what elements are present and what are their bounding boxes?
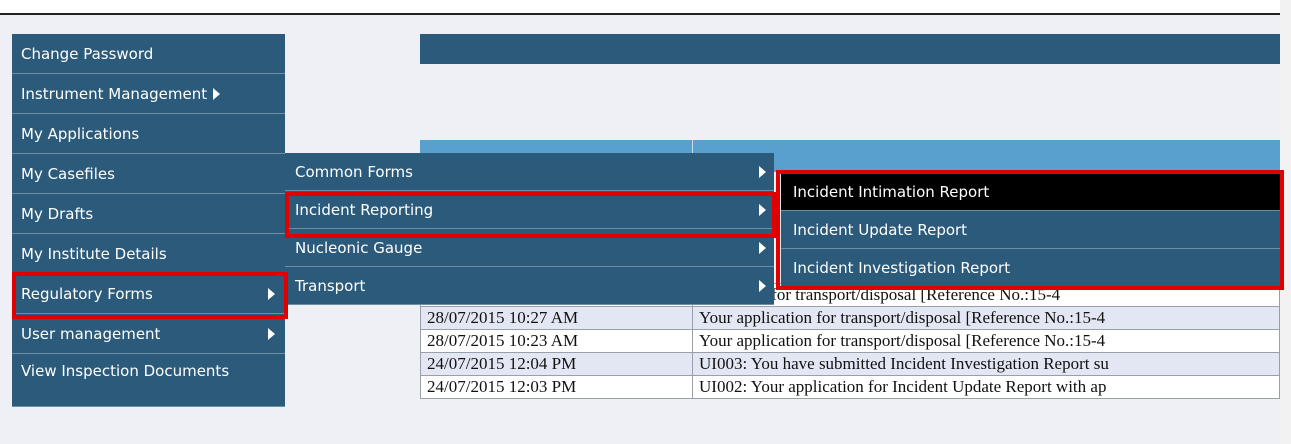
message-text[interactable]: UI002: Your application for Incident Upd…: [692, 375, 1280, 399]
submenu-item-label: Transport: [295, 277, 366, 295]
submenu-item-label: Nucleonic Gauge: [295, 239, 423, 257]
submenu-nucleonic-gauge[interactable]: Nucleonic Gauge: [285, 229, 774, 267]
submenu-item-label: Incident Investigation Report: [793, 259, 1011, 277]
message-date: 24/07/2015 12:04 PM: [420, 352, 693, 376]
submenu-item-label: Common Forms: [295, 163, 413, 181]
submenu-arrow-icon: [759, 241, 766, 254]
message-date: 28/07/2015 10:23 AM: [420, 329, 693, 353]
nav-user-management[interactable]: User management: [12, 314, 285, 354]
submenu-item-label: Incident Update Report: [793, 221, 968, 239]
submenu-arrow-icon: [213, 88, 221, 100]
nav-change-password[interactable]: Change Password: [12, 34, 285, 74]
nav-my-institute-details[interactable]: My Institute Details: [12, 234, 285, 274]
nav-item-label: My Drafts: [21, 205, 94, 223]
incident-reporting-submenu: Incident Intimation Report Incident Upda…: [781, 173, 1281, 287]
nav-item-label: User management: [21, 325, 161, 343]
submenu-arrow-icon: [759, 203, 766, 216]
table-row[interactable]: 28/07/2015 10:23 AM Your application for…: [420, 329, 1280, 353]
nav-my-drafts[interactable]: My Drafts: [12, 194, 285, 234]
content-banner: [420, 34, 1280, 64]
table-row[interactable]: 24/07/2015 12:03 PM UI002: Your applicat…: [420, 375, 1280, 399]
left-nav-menu: Change Password Instrument Management My…: [12, 34, 285, 407]
submenu-common-forms[interactable]: Common Forms: [285, 153, 774, 191]
regulatory-forms-submenu: Common Forms Incident Reporting Nucleoni…: [285, 153, 774, 305]
nav-item-label: Instrument Management: [21, 85, 208, 103]
message-text[interactable]: Your application for transport/disposal …: [692, 329, 1280, 353]
right-edge: [1280, 0, 1291, 444]
submenu-item-label: Incident Reporting: [295, 201, 434, 219]
submenu-incident-intimation-report[interactable]: Incident Intimation Report: [781, 173, 1281, 211]
submenu-incident-update-report[interactable]: Incident Update Report: [781, 211, 1281, 249]
nav-item-label: My Casefiles: [21, 165, 115, 183]
submenu-arrow-icon: [268, 327, 275, 340]
submenu-incident-investigation-report[interactable]: Incident Investigation Report: [781, 249, 1281, 287]
nav-item-label: My Institute Details: [21, 245, 167, 263]
submenu-arrow-icon: [759, 165, 766, 178]
nav-item-label: My Applications: [21, 125, 140, 143]
nav-regulatory-forms[interactable]: Regulatory Forms: [12, 274, 285, 314]
table-row[interactable]: 28/07/2015 10:27 AM Your application for…: [420, 306, 1280, 330]
nav-my-applications[interactable]: My Applications: [12, 114, 285, 154]
submenu-arrow-icon: [268, 287, 275, 300]
nav-my-casefiles[interactable]: My Casefiles: [12, 154, 285, 194]
top-divider: [0, 13, 1280, 15]
message-date: 24/07/2015 12:03 PM: [420, 375, 693, 399]
submenu-item-label: Incident Intimation Report: [793, 183, 990, 201]
top-band: [0, 0, 1291, 13]
submenu-transport[interactable]: Transport: [285, 267, 774, 305]
message-text[interactable]: UI003: You have submitted Incident Inves…: [692, 352, 1280, 376]
nav-instrument-management[interactable]: Instrument Management: [12, 74, 285, 114]
message-date: 28/07/2015 10:27 AM: [420, 306, 693, 330]
table-row[interactable]: 24/07/2015 12:04 PM UI003: You have subm…: [420, 352, 1280, 376]
nav-view-inspection-documents[interactable]: View Inspection Documents: [12, 354, 285, 407]
message-text[interactable]: Your application for transport/disposal …: [692, 306, 1280, 330]
submenu-incident-reporting[interactable]: Incident Reporting: [285, 191, 774, 229]
nav-item-label: Change Password: [21, 45, 154, 63]
nav-item-label: Regulatory Forms: [21, 285, 153, 303]
nav-item-label: View Inspection Documents: [21, 362, 230, 380]
submenu-arrow-icon: [759, 279, 766, 292]
